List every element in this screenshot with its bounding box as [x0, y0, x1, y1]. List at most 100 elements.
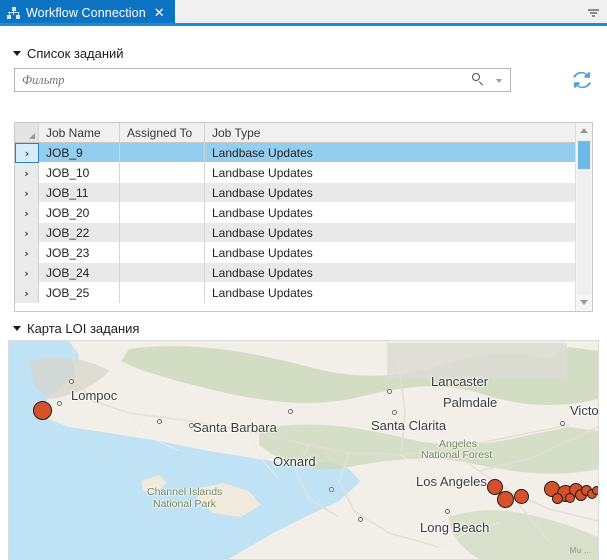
grid-header-row: Job Name Assigned To Job Type	[15, 123, 592, 143]
map-loi-marker[interactable]	[592, 486, 599, 495]
cell-assigned-to	[120, 243, 205, 263]
cell-assigned-to	[120, 263, 205, 283]
loi-map-title: Карта LOI задания	[27, 321, 139, 336]
filter-row	[14, 68, 593, 92]
chevron-right-icon[interactable]: ›	[24, 268, 29, 279]
cell-assigned-to	[120, 283, 205, 303]
map-attribution: Mu …	[570, 546, 592, 555]
workflow-connection-pane: Workflow Connection ✕ Список заданий	[0, 0, 607, 538]
filter-input[interactable]	[15, 70, 462, 90]
chevron-right-icon[interactable]: ›	[24, 168, 29, 179]
map-label: Long Beach	[420, 520, 489, 535]
cell-job-type: Landbase Updates	[205, 163, 592, 183]
map-label: Lompoc	[71, 388, 117, 403]
tab-workflow-connection[interactable]: Workflow Connection ✕	[0, 0, 175, 26]
cell-job-type: Landbase Updates	[205, 223, 592, 243]
map-city-dot	[157, 419, 162, 424]
cell-job-name: JOB_9	[39, 143, 120, 163]
chevron-right-icon[interactable]: ›	[24, 288, 29, 299]
chevron-down-icon[interactable]	[12, 48, 23, 59]
row-expand-cell[interactable]: ›	[15, 183, 39, 203]
row-expand-cell[interactable]: ›	[15, 143, 39, 163]
scroll-down-arrow-icon[interactable]	[576, 295, 592, 311]
map-city-dot	[189, 423, 194, 428]
scrollbar-track[interactable]	[578, 139, 590, 295]
grid-vertical-scrollbar[interactable]	[575, 123, 592, 311]
jobs-grid[interactable]: Job Name Assigned To Job Type › JOB_9 Land…	[14, 122, 593, 312]
chevron-right-icon[interactable]: ›	[24, 188, 29, 199]
row-expand-cell[interactable]: ›	[15, 203, 39, 223]
table-row[interactable]: ›JOB_11Landbase Updates	[15, 183, 592, 203]
tab-title: Workflow Connection	[26, 6, 146, 20]
table-row[interactable]: › JOB_24 Landbase Updates	[15, 263, 592, 283]
cell-job-name: JOB_25	[39, 283, 120, 303]
cell-assigned-to	[120, 183, 205, 203]
select-all-triangle-icon[interactable]	[15, 123, 39, 142]
map-label: Palmdale	[443, 395, 497, 410]
loi-map-section-header[interactable]: Карта LOI задания	[0, 318, 139, 338]
cell-job-type: Landbase Updates	[205, 243, 592, 263]
scroll-up-arrow-icon[interactable]	[576, 123, 592, 139]
tab-overflow-chevron-icon[interactable]	[588, 9, 599, 18]
cell-assigned-to	[120, 163, 205, 183]
cell-job-name: JOB_24	[39, 263, 120, 283]
loi-map[interactable]: Lompoc Santa Barbara Oxnard Channel Islands…	[8, 340, 599, 560]
map-label: Victorv	[570, 403, 599, 418]
map-label: Lancaster	[431, 374, 488, 389]
cell-assigned-to	[120, 203, 205, 223]
cell-job-type: Landbase Updates	[205, 263, 592, 283]
table-row[interactable]: › JOB_10 Landbase Updates	[15, 163, 592, 183]
chevron-right-icon[interactable]: ›	[24, 228, 29, 239]
workflow-network-icon	[7, 7, 20, 20]
chevron-down-icon[interactable]	[496, 79, 502, 83]
table-row[interactable]: ›JOB_20Landbase Updates	[15, 203, 592, 223]
cell-job-type: Landbase Updates	[205, 283, 592, 303]
column-header-job-type[interactable]: Job Type	[205, 123, 592, 142]
cell-job-name: JOB_22	[39, 223, 120, 243]
column-header-job-name[interactable]: Job Name	[39, 123, 120, 142]
jobs-list-title: Список заданий	[27, 46, 124, 61]
tab-bar: Workflow Connection ✕	[0, 0, 607, 26]
map-label: National Park	[153, 498, 216, 510]
refresh-icon[interactable]	[571, 69, 593, 91]
map-label: Oxnard	[273, 454, 316, 469]
scrollbar-thumb[interactable]	[578, 141, 590, 169]
cell-job-name: JOB_10	[39, 163, 120, 183]
chevron-right-icon[interactable]: ›	[25, 148, 30, 159]
cell-assigned-to	[120, 143, 205, 163]
cell-job-name: JOB_23	[39, 243, 120, 263]
chevron-down-icon[interactable]	[12, 323, 23, 334]
cell-job-type: Landbase Updates	[205, 183, 592, 203]
chevron-right-icon[interactable]: ›	[24, 208, 29, 219]
row-expand-cell[interactable]: ›	[15, 263, 39, 283]
filter-box[interactable]	[14, 68, 511, 92]
map-label: Channel Islands	[147, 486, 222, 498]
table-row[interactable]: › JOB_25 Landbase Updates	[15, 283, 592, 303]
map-loi-marker[interactable]	[565, 493, 575, 503]
map-city-dot	[288, 409, 293, 414]
cell-job-type: Landbase Updates	[205, 203, 592, 223]
row-expand-cell[interactable]: ›	[15, 163, 39, 183]
map-label: Santa Barbara	[193, 420, 277, 435]
map-loi-marker[interactable]	[497, 491, 514, 508]
table-row[interactable]: ›JOB_9Landbase Updates	[15, 143, 592, 163]
row-expand-cell[interactable]: ›	[15, 243, 39, 263]
table-row[interactable]: › JOB_23 Landbase Updates	[15, 243, 592, 263]
map-city-dot	[57, 401, 62, 406]
row-expand-cell[interactable]: ›	[15, 223, 39, 243]
chevron-right-icon[interactable]: ›	[24, 248, 29, 259]
close-icon[interactable]: ✕	[154, 7, 165, 20]
map-loi-marker[interactable]	[514, 489, 529, 504]
row-expand-cell[interactable]: ›	[15, 283, 39, 303]
jobs-list-section-header[interactable]: Список заданий	[0, 43, 124, 63]
map-label: Santa Clarita	[371, 418, 446, 433]
column-header-assigned-to[interactable]: Assigned To	[120, 123, 205, 142]
search-icon[interactable]	[471, 73, 485, 87]
map-loi-marker[interactable]	[33, 401, 52, 420]
map-loi-marker[interactable]	[552, 493, 563, 504]
map-label: Los Angeles	[416, 474, 487, 489]
map-city-dot	[560, 421, 565, 426]
map-canvas[interactable]	[9, 341, 598, 559]
table-row[interactable]: › JOB_22 Landbase Updates	[15, 223, 592, 243]
map-city-dot	[387, 389, 392, 394]
